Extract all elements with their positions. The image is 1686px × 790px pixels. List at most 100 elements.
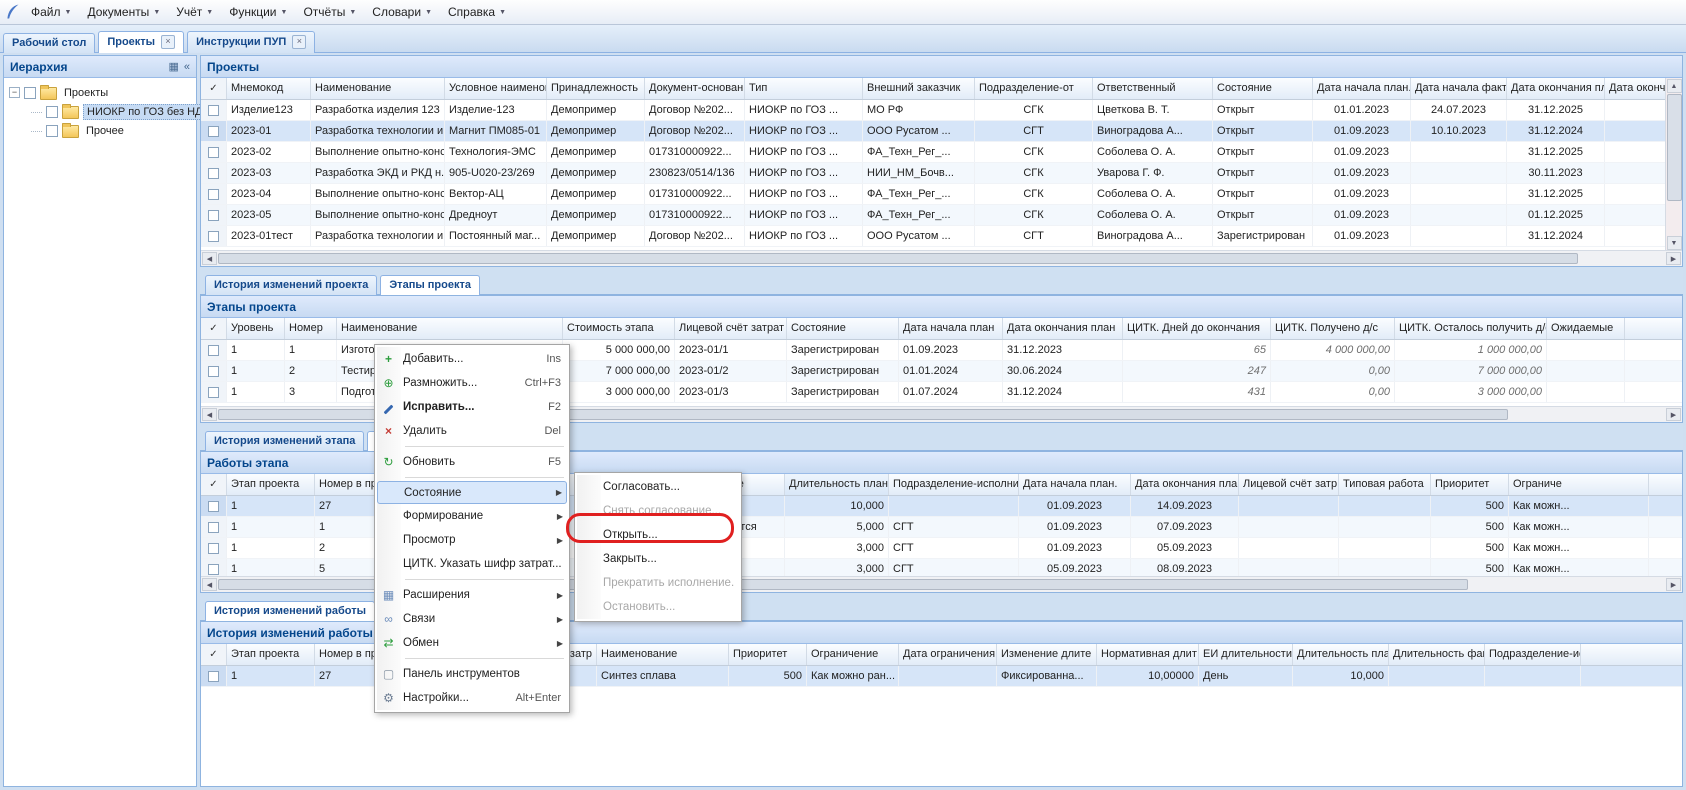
column-header[interactable]: Условное наименова xyxy=(445,78,547,99)
row-select-checkbox[interactable] xyxy=(201,163,227,183)
row-select-checkbox[interactable] xyxy=(201,496,227,516)
column-header[interactable]: Документ-основан xyxy=(645,78,745,99)
column-header[interactable]: Наименование xyxy=(337,318,563,339)
column-header[interactable]: Приоритет xyxy=(1431,474,1509,495)
column-header[interactable]: Дата начала план. xyxy=(1019,474,1131,495)
menu-item[interactable]: ∞Связи▶ xyxy=(377,607,567,631)
column-header[interactable]: Стоимость этапа xyxy=(563,318,675,339)
column-header[interactable]: Состояние xyxy=(1213,78,1313,99)
table-row[interactable]: 2023-01Разработка технологии и...Магнит … xyxy=(201,121,1665,142)
column-header[interactable]: Подразделение-от xyxy=(975,78,1093,99)
table-row[interactable]: 2023-03Разработка ЭКД и РКД н...905-U020… xyxy=(201,163,1665,184)
menu-item[interactable]: ⚙Настройки...Alt+Enter xyxy=(377,686,567,710)
menu-item[interactable]: ▢Панель инструментов xyxy=(377,662,567,686)
scroll-down-icon[interactable]: ▼ xyxy=(1667,236,1682,250)
column-header[interactable]: ЕИ длительности xyxy=(1199,644,1293,665)
checkbox[interactable] xyxy=(208,189,219,200)
tab[interactable]: История изменений этапа xyxy=(205,431,364,451)
menubar-item[interactable]: Справка▼ xyxy=(441,2,515,22)
column-header[interactable]: Длительность фак xyxy=(1389,644,1485,665)
menu-item[interactable]: +Добавить...Ins xyxy=(377,347,567,371)
row-select-checkbox[interactable] xyxy=(201,340,227,360)
tree-checkbox[interactable] xyxy=(46,106,58,118)
column-header[interactable]: Лицевой счёт затр xyxy=(1239,474,1339,495)
table-row[interactable]: Изделие123Разработка изделия 123Изделие-… xyxy=(201,100,1665,121)
column-header[interactable]: Ограничение xyxy=(807,644,899,665)
menu-item[interactable]: ↻ОбновитьF5 xyxy=(377,450,567,474)
row-select-checkbox[interactable] xyxy=(201,666,227,686)
column-header[interactable]: Нормативная длит xyxy=(1097,644,1199,665)
row-select-checkbox[interactable] xyxy=(201,517,227,537)
tree-node[interactable]: −Проекты xyxy=(7,83,193,102)
menu-item[interactable]: Закрыть... xyxy=(577,547,739,571)
column-header[interactable]: Дата ограничения xyxy=(899,644,997,665)
scroll-left-icon[interactable]: ◀ xyxy=(202,252,217,265)
tree-checkbox[interactable] xyxy=(46,125,58,137)
scroll-left-icon[interactable]: ◀ xyxy=(202,408,217,421)
checkbox[interactable] xyxy=(208,231,219,242)
menubar-item[interactable]: Файл▼ xyxy=(24,2,80,22)
menu-item[interactable]: Формирование▶ xyxy=(377,504,567,528)
column-header[interactable]: Наименование xyxy=(311,78,445,99)
column-header[interactable]: Длительность план ▼ xyxy=(785,474,889,495)
collapse-panel-icon[interactable]: « xyxy=(184,61,190,73)
menu-item[interactable]: ▦Расширения▶ xyxy=(377,583,567,607)
row-select-checkbox[interactable] xyxy=(201,382,227,402)
menu-item[interactable]: ⊕Размножить...Ctrl+F3 xyxy=(377,371,567,395)
checkbox[interactable] xyxy=(208,501,219,512)
table-row[interactable]: 2023-05Выполнение опытно-конс...Дредноут… xyxy=(201,205,1665,226)
row-select-checkbox[interactable] xyxy=(201,121,227,141)
column-header[interactable]: Дата окончания план xyxy=(1003,318,1123,339)
column-header[interactable]: Внешний заказчик xyxy=(863,78,975,99)
menubar-item[interactable]: Отчёты▼ xyxy=(296,2,365,22)
menu-item[interactable]: Просмотр▶ xyxy=(377,528,567,552)
checkbox[interactable] xyxy=(208,168,219,179)
menu-item[interactable]: ЦИТК. Указать шифр затрат... xyxy=(377,552,567,576)
tab-close-icon[interactable]: × xyxy=(161,35,175,49)
column-header[interactable]: Дата окончания план xyxy=(1131,474,1239,495)
column-header[interactable]: ЦИТК. Получено д/с xyxy=(1271,318,1395,339)
tree-expander-icon[interactable]: − xyxy=(9,87,20,98)
tree-node[interactable]: НИОКР по ГОЗ без НДС xyxy=(7,102,193,121)
checkbox[interactable] xyxy=(208,126,219,137)
scrollbar-thumb[interactable] xyxy=(1667,94,1682,201)
checkbox[interactable] xyxy=(208,522,219,533)
column-header[interactable]: ЦИТК. Осталось получить д/с xyxy=(1395,318,1547,339)
menubar-item[interactable]: Функции▼ xyxy=(222,2,296,22)
row-select-checkbox[interactable] xyxy=(201,226,227,246)
column-header[interactable]: Тип xyxy=(745,78,863,99)
column-header[interactable]: Дата начала факт xyxy=(1411,78,1507,99)
column-header[interactable]: Номер xyxy=(285,318,337,339)
panel-options-icon[interactable]: ▦ xyxy=(168,60,178,73)
checkbox[interactable] xyxy=(208,387,219,398)
column-header[interactable]: Этап проекта xyxy=(227,474,315,495)
projects-horizontal-scrollbar[interactable]: ◀ ▶ xyxy=(201,250,1682,266)
checkbox[interactable] xyxy=(208,345,219,356)
checkbox[interactable] xyxy=(208,671,219,682)
tab-close-icon[interactable]: × xyxy=(292,35,306,49)
scrollbar-thumb[interactable] xyxy=(218,253,1578,264)
row-select-checkbox[interactable] xyxy=(201,184,227,204)
column-header[interactable]: Изменение длите xyxy=(997,644,1097,665)
tab[interactable]: Проекты× xyxy=(98,31,184,53)
row-select-checkbox[interactable] xyxy=(201,142,227,162)
column-header[interactable]: Этап проекта xyxy=(227,644,315,665)
checkbox[interactable] xyxy=(208,564,219,575)
table-row[interactable]: 2023-04Выполнение опытно-конс...Вектор-А… xyxy=(201,184,1665,205)
row-select-checkbox[interactable] xyxy=(201,205,227,225)
tab[interactable]: История изменений проекта xyxy=(205,275,377,295)
menu-item[interactable]: ⇄Обмен▶ xyxy=(377,631,567,655)
column-header[interactable]: Длительность пла xyxy=(1293,644,1389,665)
column-header[interactable]: Подразделение-исполнитель xyxy=(889,474,1019,495)
column-header[interactable]: Уровень xyxy=(227,318,285,339)
column-header[interactable]: Типовая работа xyxy=(1339,474,1431,495)
column-header[interactable]: Дата начала план xyxy=(899,318,1003,339)
column-header[interactable]: Дата окончания пл xyxy=(1507,78,1605,99)
scroll-right-icon[interactable]: ▶ xyxy=(1666,408,1681,421)
column-header[interactable]: Мнемокод xyxy=(227,78,311,99)
column-header[interactable]: Приоритет xyxy=(729,644,807,665)
checkbox[interactable] xyxy=(208,366,219,377)
checkbox[interactable] xyxy=(208,105,219,116)
column-header[interactable]: Лицевой счёт затрат xyxy=(675,318,787,339)
column-header[interactable]: Принадлежность xyxy=(547,78,645,99)
